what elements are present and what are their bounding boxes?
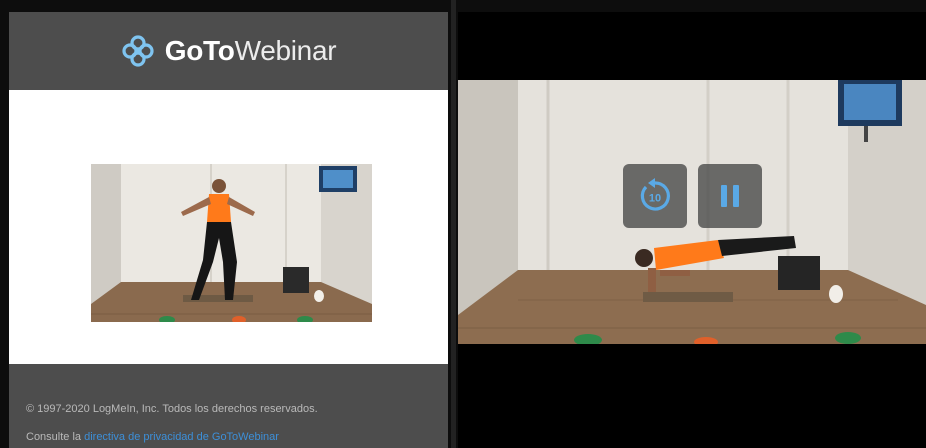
video-thumbnail[interactable]: [91, 164, 372, 322]
video-frame[interactable]: 10: [458, 80, 926, 344]
privacy-policy-link[interactable]: directiva de privacidad de GoToWebinar: [84, 431, 279, 443]
video-scene: [458, 80, 926, 344]
gotowebinar-flower-icon: [122, 35, 154, 67]
pause-button[interactable]: [698, 164, 762, 228]
rewind-10-icon: 10: [640, 178, 670, 211]
brand-header: GoToWebinar: [9, 12, 448, 90]
privacy-prefix: Consulte la: [26, 431, 85, 443]
brand-name-light: Webinar: [234, 35, 337, 66]
rewind-seconds-label: 10: [649, 193, 661, 205]
pause-icon: [721, 185, 739, 207]
brand-name-bold: GoTo: [164, 35, 235, 66]
email-footer: © 1997-2020 LogMeIn, Inc. Todos los dere…: [9, 364, 448, 448]
privacy-line: Consulte la directiva de privacidad de G…: [26, 431, 279, 443]
copyright-text: © 1997-2020 LogMeIn, Inc. Todos los dere…: [26, 403, 318, 415]
panel-divider: [451, 0, 456, 448]
rewind-10-button[interactable]: 10: [623, 164, 687, 228]
thumbnail-scene: [91, 164, 372, 322]
email-panel: GoToWebinar © 1997-2020 LogMeIn, Inc. To…: [9, 12, 448, 448]
brand-wordmark: GoToWebinar: [164, 35, 337, 67]
video-player[interactable]: 10: [458, 12, 926, 448]
